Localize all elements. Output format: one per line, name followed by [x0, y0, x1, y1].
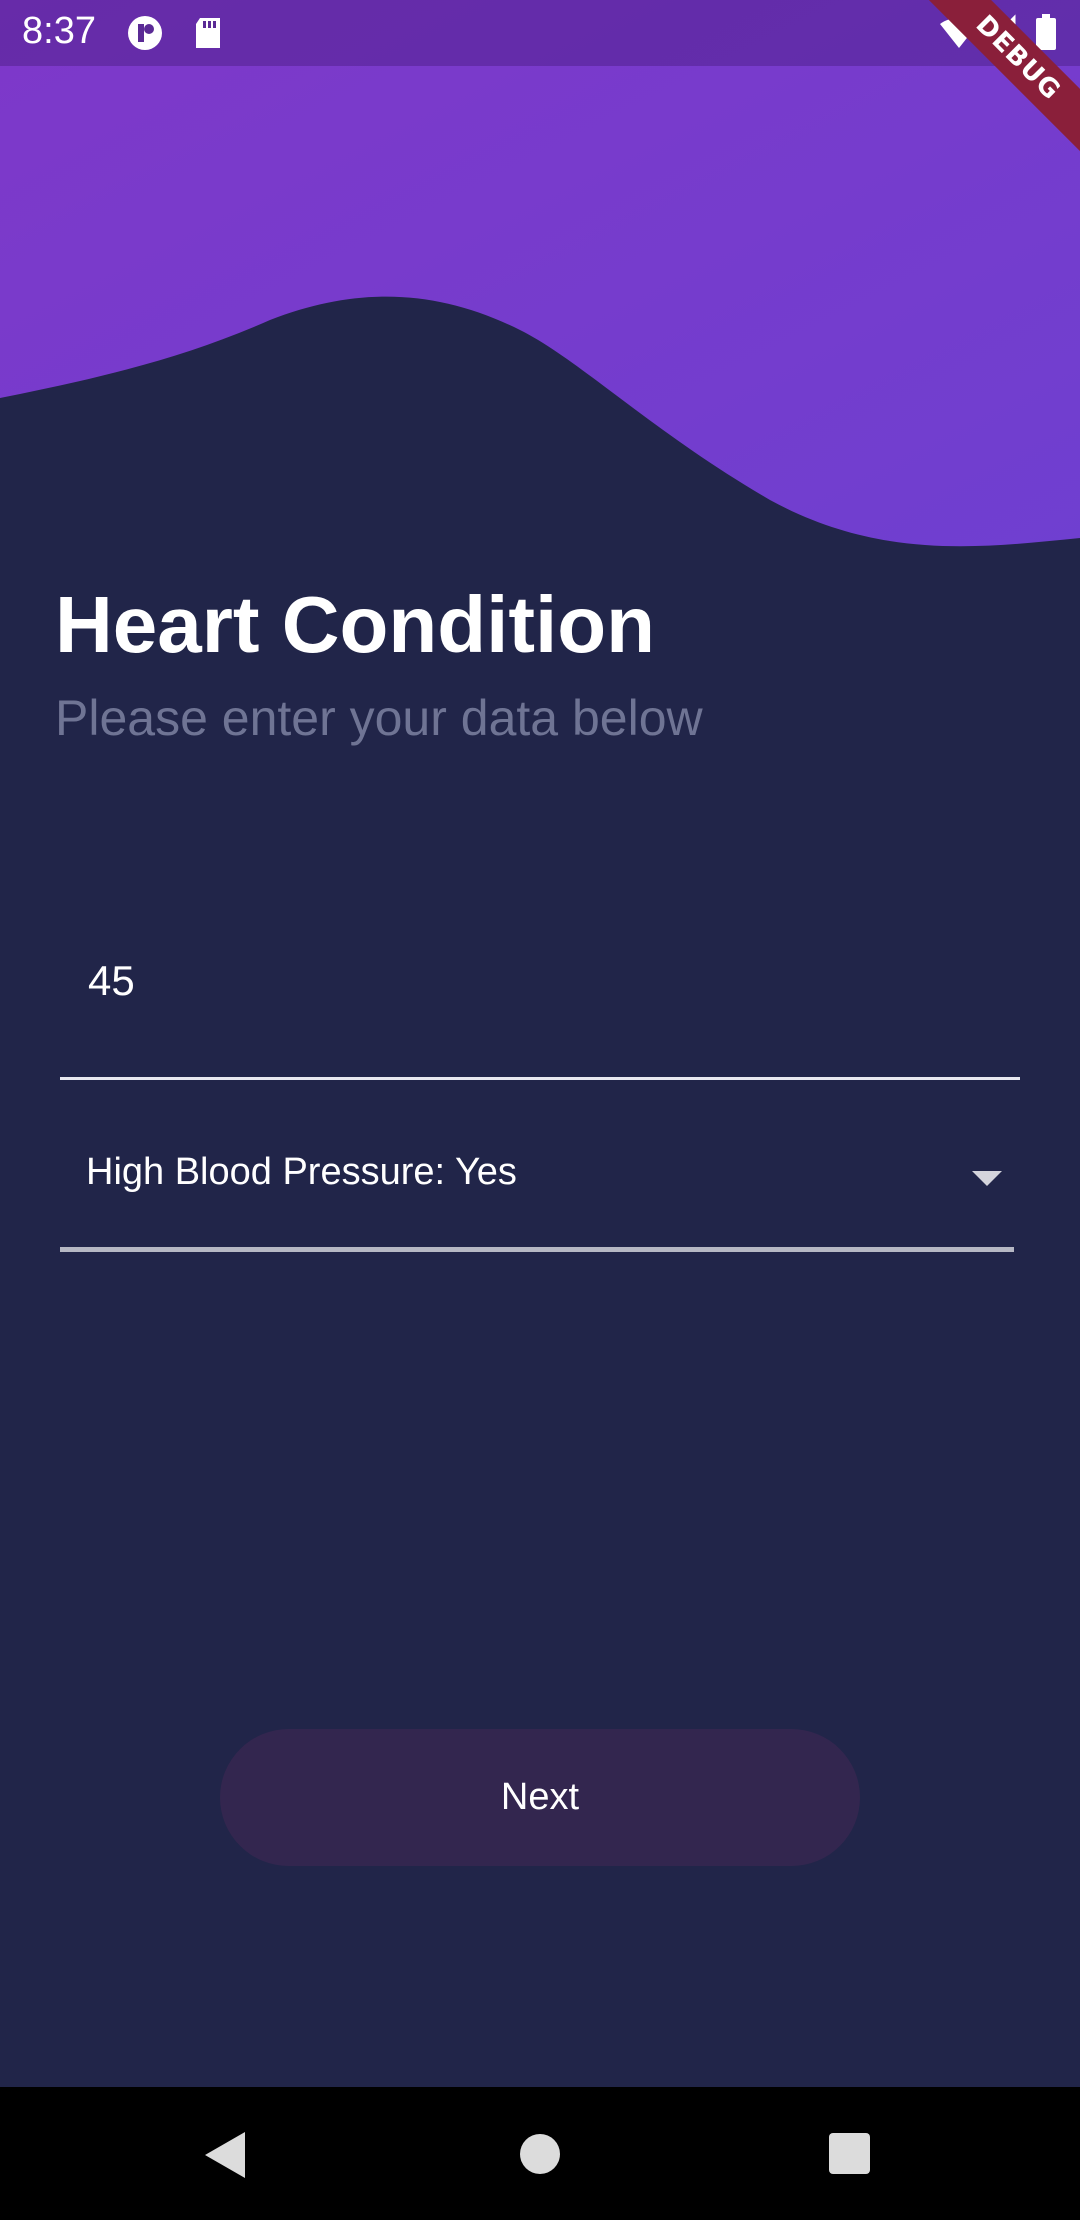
sd-card-icon: [196, 18, 220, 48]
age-input-value: 45: [88, 957, 135, 1004]
status-bar: 8:37: [0, 0, 1080, 66]
header-wave-decoration: [0, 0, 1080, 547]
app-screen: 8:37 DEBUG Heart Condition Please enter …: [0, 0, 1080, 2220]
age-input-field[interactable]: 45: [60, 925, 1020, 1080]
dropdown-selected-value: High Blood Pressure: Yes: [86, 1151, 517, 1193]
page-subtitle: Please enter your data below: [55, 690, 703, 746]
blood-pressure-dropdown[interactable]: High Blood Pressure: Yes: [60, 1115, 1014, 1252]
status-time: 8:37: [22, 10, 96, 52]
page-title: Heart Condition: [55, 580, 655, 669]
back-icon[interactable]: [205, 2132, 245, 2178]
dropdown-arrow-icon: [972, 1171, 1002, 1186]
home-icon[interactable]: [520, 2134, 560, 2174]
recents-icon[interactable]: [829, 2133, 870, 2174]
system-navigation-bar: [0, 2087, 1080, 2220]
next-button[interactable]: Next: [220, 1729, 860, 1866]
app-notification-icon: [128, 16, 162, 50]
